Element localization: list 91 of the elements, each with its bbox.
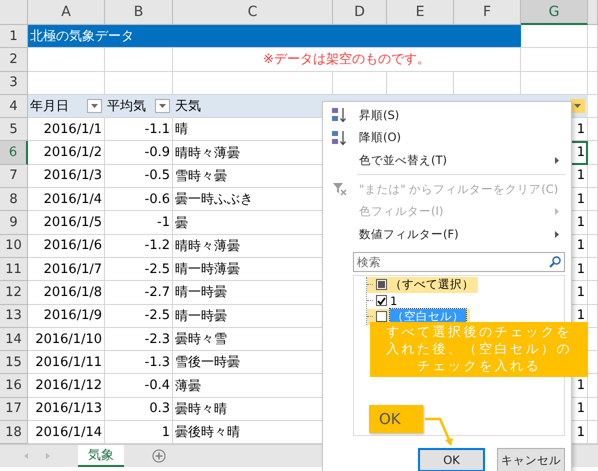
temperature-cell: -2.7 bbox=[105, 281, 173, 305]
empty-cell bbox=[588, 48, 598, 72]
date-cell: 2016/1/5 bbox=[28, 211, 105, 235]
date-cell: 2016/1/13 bbox=[28, 398, 105, 422]
date-cell: 2016/1/1 bbox=[28, 118, 105, 142]
row-header[interactable]: 17 bbox=[0, 398, 28, 422]
row-header[interactable]: 5 bbox=[0, 118, 28, 142]
temperature-cell: -1.1 bbox=[105, 118, 173, 142]
row-header[interactable]: 8 bbox=[0, 188, 28, 212]
temperature-cell: -2.3 bbox=[105, 328, 173, 352]
row-header[interactable]: 6 bbox=[0, 141, 28, 165]
dialog-button[interactable]: OK bbox=[418, 448, 485, 471]
temperature-cell: -0.9 bbox=[105, 141, 173, 165]
column-header[interactable]: E bbox=[387, 0, 454, 25]
column-header[interactable]: G bbox=[521, 0, 588, 25]
row-header[interactable]: 16 bbox=[0, 374, 28, 398]
temperature-cell: -0.6 bbox=[105, 188, 173, 212]
empty-cell bbox=[588, 211, 598, 235]
sheet-tab[interactable]: 気象 bbox=[78, 445, 124, 468]
value-list-item[interactable]: 1 bbox=[367, 292, 402, 309]
title-bar: 北極の気象データ bbox=[28, 25, 521, 48]
filter-button[interactable] bbox=[87, 99, 102, 114]
dialog-button[interactable]: キャンセル bbox=[497, 448, 565, 471]
column-header[interactable]: D bbox=[333, 0, 387, 25]
date-cell: 2016/1/11 bbox=[28, 351, 105, 374]
sort-ascending-icon bbox=[331, 107, 349, 124]
empty-cell bbox=[588, 398, 598, 422]
row-header[interactable]: 9 bbox=[0, 211, 28, 235]
row-header[interactable]: 3 bbox=[0, 72, 28, 95]
column-header[interactable]: B bbox=[105, 0, 173, 25]
temperature-cell: -1.3 bbox=[105, 351, 173, 374]
row-header[interactable]: 7 bbox=[0, 164, 28, 188]
empty-cell bbox=[588, 234, 598, 258]
checkbox[interactable] bbox=[376, 279, 387, 290]
column-header[interactable]: A bbox=[28, 0, 105, 25]
row-header[interactable]: 14 bbox=[0, 328, 28, 352]
row-header[interactable]: 12 bbox=[0, 281, 28, 305]
row-header[interactable]: 10 bbox=[0, 234, 28, 258]
date-cell: 2016/1/3 bbox=[28, 164, 105, 188]
empty-cell bbox=[588, 258, 598, 282]
row-header[interactable]: 13 bbox=[0, 304, 28, 328]
temperature-cell: -2.5 bbox=[105, 304, 173, 328]
sort-descending-icon bbox=[331, 130, 349, 146]
checkbox[interactable] bbox=[376, 295, 387, 306]
column-heading: 平均気 bbox=[107, 98, 146, 116]
note-text: ※データは架空のものです。 bbox=[173, 48, 521, 72]
empty-cell bbox=[521, 48, 588, 72]
column-header[interactable]: F bbox=[454, 0, 521, 25]
search-icon bbox=[549, 256, 561, 268]
date-cell: 2016/1/6 bbox=[28, 234, 105, 258]
column-heading: 年月日 bbox=[30, 98, 69, 116]
annotation-callout: すべて選択後のチェックを入れた後、（空白セル）のチェックを入れる bbox=[370, 322, 588, 377]
date-cell: 2016/1/4 bbox=[28, 188, 105, 212]
checkbox[interactable] bbox=[376, 311, 387, 322]
date-cell: 2016/1/12 bbox=[28, 374, 105, 398]
row-header[interactable]: 11 bbox=[0, 258, 28, 282]
column-header[interactable]: C bbox=[173, 0, 333, 25]
empty-cell bbox=[588, 72, 598, 95]
add-sheet-icon[interactable] bbox=[152, 449, 166, 464]
empty-cell bbox=[105, 48, 173, 72]
date-cell: 2016/1/9 bbox=[28, 304, 105, 328]
empty-cell bbox=[588, 118, 598, 142]
row-header[interactable]: 2 bbox=[0, 48, 28, 72]
search-field[interactable]: 検索 bbox=[353, 252, 565, 272]
clear-filter-icon bbox=[332, 182, 348, 196]
dropdown-arrow-icon bbox=[574, 104, 581, 108]
pointer-arrow bbox=[424, 416, 456, 448]
row-header[interactable]: 1 bbox=[0, 25, 28, 48]
temperature-cell: 0.3 bbox=[105, 398, 173, 422]
temperature-cell: -1.2 bbox=[105, 234, 173, 258]
row-header[interactable]: 18 bbox=[0, 421, 28, 444]
empty-cell bbox=[588, 281, 598, 305]
date-cell: 2016/1/2 bbox=[28, 141, 105, 165]
value-list-item[interactable]: （すべて選択） bbox=[367, 276, 478, 293]
dropdown-arrow-icon bbox=[159, 104, 166, 108]
temperature-cell: -0.4 bbox=[105, 374, 173, 398]
annotation-label: OK bbox=[369, 405, 423, 433]
date-cell: 2016/1/7 bbox=[28, 258, 105, 282]
empty-cell bbox=[588, 188, 598, 212]
dropdown-arrow-icon bbox=[91, 104, 98, 108]
temperature-cell: -2.5 bbox=[105, 258, 173, 282]
filter-button[interactable] bbox=[155, 99, 170, 114]
date-cell: 2016/1/8 bbox=[28, 281, 105, 305]
row-header[interactable]: 4 bbox=[0, 94, 28, 118]
column-heading: 天気 bbox=[175, 98, 201, 116]
empty-cell bbox=[588, 164, 598, 188]
temperature-cell: -0.5 bbox=[105, 164, 173, 188]
date-cell: 2016/1/10 bbox=[28, 328, 105, 352]
row-header[interactable]: 15 bbox=[0, 351, 28, 374]
empty-cell bbox=[588, 94, 598, 118]
temperature-cell: -1 bbox=[105, 211, 173, 235]
